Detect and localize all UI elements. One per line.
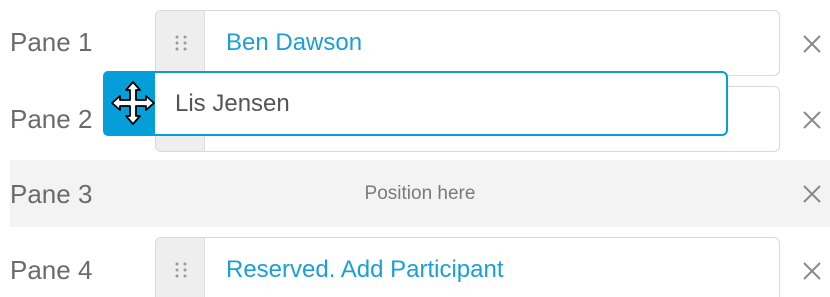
drag-handle-icon: [175, 262, 187, 278]
move-cursor-icon: [111, 81, 155, 125]
pane-label-4: Pane 4: [10, 255, 93, 285]
participant-name[interactable]: Ben Dawson: [226, 29, 362, 57]
pane-slot-4[interactable]: Reserved. Add Participant: [155, 237, 780, 297]
drop-zone-row[interactable]: Position here: [10, 160, 830, 227]
pane-label-3: Pane 3: [10, 179, 93, 209]
close-icon[interactable]: [800, 259, 824, 283]
dragged-participant-name: Lis Jensen: [175, 89, 290, 117]
pane-slot-1[interactable]: Ben Dawson: [155, 10, 780, 76]
add-participant-link[interactable]: Reserved. Add Participant: [226, 256, 504, 284]
close-icon[interactable]: [800, 32, 824, 56]
drag-handle[interactable]: [156, 11, 205, 75]
drag-handle-icon: [175, 35, 187, 51]
drag-handle[interactable]: [156, 238, 205, 297]
pane-label-2: Pane 2: [10, 104, 93, 134]
dragged-participant-card[interactable]: Lis Jensen: [103, 71, 728, 136]
drop-hint: Position here: [364, 182, 476, 204]
dragged-card-body[interactable]: Lis Jensen: [153, 71, 728, 136]
pane-label-1: Pane 1: [10, 27, 93, 57]
close-icon[interactable]: [800, 182, 824, 206]
close-icon[interactable]: [800, 108, 824, 132]
pane-assignment-panel: Pane 1 Ben Dawson Pane 2 Position here P…: [0, 0, 830, 297]
